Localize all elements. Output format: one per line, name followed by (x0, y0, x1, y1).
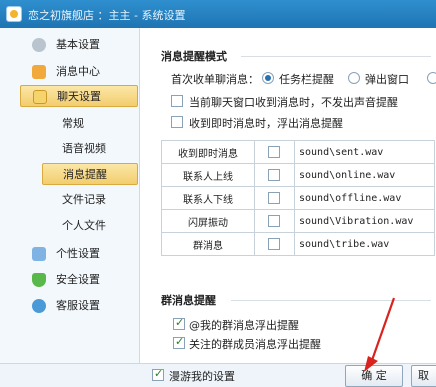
checkbox-float-alert[interactable] (171, 116, 183, 128)
section-title-group-alert: 群消息提醒 (161, 294, 216, 307)
sidebar-item-label: 客服设置 (56, 299, 100, 312)
shield-icon (32, 273, 46, 287)
sidebar-item-label: 安全设置 (56, 273, 100, 286)
window-title: 恋之初旗舰店 ：主主 - 系统设置 (28, 9, 186, 22)
subitem-general[interactable]: 常规 (42, 113, 138, 135)
sound-checkbox[interactable] (268, 169, 280, 181)
checkbox-float-alert-label[interactable]: 收到即时消息时，浮出消息提醒 (189, 115, 343, 131)
subitem-label: 语音视频 (62, 142, 106, 155)
sound-file[interactable]: sound\Vibration.wav (294, 209, 435, 233)
checkbox-no-sound-label[interactable]: 当前聊天窗口收到消息时，不发出声音提醒 (189, 94, 398, 110)
section-divider (241, 56, 431, 57)
app-icon (6, 6, 22, 22)
sidebar-item-label: 个性设置 (56, 247, 100, 260)
subitem-personal-files[interactable]: 个人文件 (42, 215, 138, 237)
checkbox-followed[interactable] (173, 335, 185, 349)
mail-icon (32, 65, 46, 79)
sound-checkbox[interactable] (268, 238, 280, 250)
checkbox-roam-settings[interactable] (152, 367, 164, 381)
checkbox-followed-label[interactable]: 关注的群成员消息浮出提醒 (189, 336, 321, 352)
radio-popup[interactable] (348, 72, 360, 84)
roam-settings-label[interactable]: 漫游我的设置 (169, 368, 235, 384)
settings-panel: 消息提醒模式 首次收单聊消息： 任务栏提醒 弹出窗口 当前聊天窗口收到消息时，不… (141, 28, 436, 363)
subitem-message-alert[interactable]: 消息提醒 (42, 163, 138, 185)
cancel-button[interactable]: 取 (411, 365, 436, 387)
sound-file[interactable]: sound\online.wav (294, 163, 435, 187)
sound-event: 联系人上线 (161, 163, 255, 187)
sidebar-item-security[interactable]: 安全设置 (20, 269, 138, 291)
subitem-label: 消息提醒 (63, 168, 107, 181)
sidebar-item-basic[interactable]: 基本设置 (20, 34, 138, 56)
sound-event: 群消息 (161, 232, 255, 256)
table-row: 联系人上线 sound\online.wav (161, 163, 435, 187)
section-divider (231, 300, 431, 301)
subitem-label: 文件记录 (62, 193, 106, 206)
sidebar-item-label: 消息中心 (56, 65, 100, 78)
gear-icon (32, 38, 46, 52)
sound-checkbox[interactable] (268, 215, 280, 227)
sidebar-item-label: 聊天设置 (57, 90, 101, 103)
chat-icon (33, 90, 47, 104)
sound-checkbox[interactable] (268, 146, 280, 158)
card-icon (32, 247, 46, 261)
sidebar-item-message-center[interactable]: 消息中心 (20, 61, 138, 83)
sidebar-item-chat-settings[interactable]: 聊天设置 (20, 85, 138, 107)
first-message-label: 首次收单聊消息： (171, 73, 259, 86)
ok-button[interactable]: 确 定 (345, 365, 403, 387)
section-title-message-alert: 消息提醒模式 (161, 50, 227, 63)
service-icon (32, 299, 46, 313)
sidebar-item-label: 基本设置 (56, 38, 100, 51)
subitem-label: 个人文件 (62, 219, 106, 232)
sound-table: 收到即时消息 sound\sent.wav 联系人上线 sound\online… (161, 140, 435, 256)
subitem-label: 常规 (62, 117, 84, 130)
radio-taskbar-label[interactable]: 任务栏提醒 (279, 71, 334, 87)
table-row: 群消息 sound\tribe.wav (161, 232, 435, 256)
subitem-voice-video[interactable]: 语音视频 (42, 138, 138, 160)
sound-event: 收到即时消息 (161, 140, 255, 164)
radio-third-option[interactable] (427, 72, 436, 84)
table-row: 收到即时消息 sound\sent.wav (161, 140, 435, 164)
sound-checkbox[interactable] (268, 192, 280, 204)
sound-file[interactable]: sound\tribe.wav (294, 232, 435, 256)
sidebar-item-customer-service[interactable]: 客服设置 (20, 295, 138, 317)
settings-sidebar: 基本设置 消息中心 聊天设置 常规 语音视频 消息提醒 文件记录 个人文件 个性… (0, 28, 140, 363)
checkbox-no-sound[interactable] (171, 95, 183, 107)
sound-file[interactable]: sound\offline.wav (294, 186, 435, 210)
sound-event: 联系人下线 (161, 186, 255, 210)
footer-bar: 漫游我的设置 确 定 取 (0, 363, 436, 387)
checkbox-at-me[interactable] (173, 316, 185, 330)
sound-event: 闪屏振动 (161, 209, 255, 233)
sidebar-item-personalize[interactable]: 个性设置 (20, 243, 138, 265)
checkbox-at-me-label[interactable]: @我的群消息浮出提醒 (189, 317, 299, 333)
subitem-file-records[interactable]: 文件记录 (42, 189, 138, 211)
title-bar: 恋之初旗舰店 ：主主 - 系统设置 (0, 0, 436, 28)
radio-taskbar[interactable] (262, 72, 274, 84)
sound-file[interactable]: sound\sent.wav (294, 140, 435, 164)
radio-popup-label[interactable]: 弹出窗口 (365, 71, 409, 87)
table-row: 闪屏振动 sound\Vibration.wav (161, 209, 435, 233)
table-row: 联系人下线 sound\offline.wav (161, 186, 435, 210)
